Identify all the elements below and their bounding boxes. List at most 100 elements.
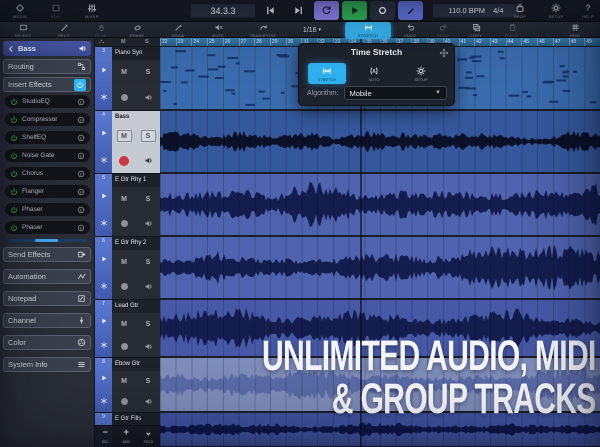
monitor-speaker-icon[interactable] bbox=[144, 219, 153, 228]
effect-slot[interactable]: ShelfEQe bbox=[5, 131, 90, 144]
freeze-icon[interactable] bbox=[100, 83, 108, 110]
insert-effects-row[interactable]: Insert Effects bbox=[3, 77, 91, 92]
record-arm-button[interactable] bbox=[121, 283, 128, 290]
help-button[interactable]: ?HELP bbox=[572, 1, 600, 21]
power-icon[interactable] bbox=[10, 170, 18, 178]
power-icon[interactable] bbox=[10, 134, 18, 142]
fold-tracks-button[interactable]: ⌄FOLD bbox=[144, 428, 154, 447]
stretch-mode-stretch[interactable]: STRETCH bbox=[308, 63, 346, 84]
record-arm-button[interactable] bbox=[121, 220, 128, 227]
freeze-icon[interactable] bbox=[100, 210, 108, 237]
media-button[interactable]: MEDIA bbox=[4, 1, 36, 21]
edit-effect-icon[interactable]: e bbox=[77, 224, 85, 232]
mute-button[interactable]: M bbox=[121, 196, 127, 203]
freeze-icon[interactable] bbox=[100, 273, 108, 300]
color-row[interactable]: Color bbox=[3, 335, 91, 350]
freeze-icon[interactable] bbox=[100, 147, 108, 174]
edit-effect-icon[interactable]: e bbox=[77, 134, 85, 142]
effect-slot[interactable]: Choruse bbox=[5, 167, 90, 180]
solo-button[interactable]: S bbox=[141, 130, 156, 142]
paste-tool-button[interactable]: PASTE bbox=[494, 22, 530, 38]
edit-effect-icon[interactable]: e bbox=[77, 188, 85, 196]
mute-button[interactable]: M bbox=[117, 130, 132, 142]
pen-button[interactable] bbox=[398, 1, 423, 20]
effect-slot[interactable]: StudioEQe bbox=[5, 95, 90, 108]
algorithm-dropdown[interactable]: Mobile ▼ bbox=[344, 86, 447, 100]
track-header-e-gtr-rhy-1[interactable]: 5E Gtr Rhy 1MS bbox=[95, 173, 160, 236]
stretch-mode-auto[interactable]: AAUTO bbox=[355, 63, 393, 84]
track-header-piano-syn[interactable]: 3Piano SynMS bbox=[95, 46, 160, 110]
next-button[interactable] bbox=[286, 1, 311, 20]
solo-button[interactable]: S bbox=[146, 69, 151, 76]
copy-tool-button[interactable]: COPY bbox=[460, 22, 492, 38]
effect-slot[interactable]: Phasere bbox=[5, 221, 90, 234]
effect-slot[interactable]: Phasere bbox=[5, 203, 90, 216]
quantize-value-button[interactable]: 1/16▾ bbox=[294, 22, 330, 38]
mute-button[interactable]: M bbox=[121, 69, 127, 76]
monitor-speaker-icon[interactable] bbox=[144, 93, 153, 102]
solo-button[interactable]: S bbox=[146, 259, 151, 266]
edit-effect-icon[interactable]: e bbox=[77, 116, 85, 124]
power-icon[interactable] bbox=[10, 116, 18, 124]
mute-button[interactable]: M bbox=[121, 321, 127, 328]
arm-triangle-icon[interactable] bbox=[100, 309, 108, 333]
power-icon[interactable] bbox=[10, 98, 18, 106]
track-visibility-icon[interactable] bbox=[98, 38, 105, 45]
audio-region-e-gtr-rhy-2[interactable] bbox=[160, 237, 600, 298]
arm-triangle-icon[interactable] bbox=[100, 56, 108, 83]
edit-effect-icon[interactable]: e bbox=[77, 170, 85, 178]
draw-tool-button[interactable]: DRAW bbox=[160, 22, 196, 38]
mute-button[interactable]: M bbox=[121, 259, 127, 266]
mute-tool-button[interactable]: MUTE bbox=[200, 22, 236, 38]
grid-tool-button[interactable]: GRID bbox=[556, 22, 594, 38]
inspector-track-header[interactable]: Bass bbox=[3, 41, 91, 56]
send-effects-row[interactable]: Send Effects bbox=[3, 247, 91, 262]
erase-tool-button[interactable]: ERASE bbox=[118, 22, 156, 38]
audio-region-e-gtr-rhy-1[interactable] bbox=[160, 174, 600, 235]
power-icon[interactable] bbox=[10, 152, 18, 160]
mixer-button[interactable]: MIXER bbox=[76, 1, 108, 21]
transpose-tool-button[interactable]: TRANSPOSE bbox=[238, 22, 288, 38]
setup-button[interactable]: SETUP bbox=[540, 1, 572, 21]
track-header-e-gtr-rhy-2[interactable]: 6E Gtr Rhy 2MS bbox=[95, 236, 160, 299]
shop-button[interactable]: SHOP bbox=[504, 1, 536, 21]
solo-button[interactable]: S bbox=[146, 196, 151, 203]
cycle-button[interactable] bbox=[314, 1, 339, 20]
delete-track-button[interactable]: −DEL bbox=[102, 428, 109, 447]
record-arm-button[interactable] bbox=[119, 156, 129, 166]
audio-region-bass[interactable] bbox=[160, 111, 600, 172]
automation-row[interactable]: Automation bbox=[3, 269, 91, 284]
power-icon[interactable] bbox=[10, 224, 18, 232]
split-tool-button[interactable]: SPLIT bbox=[46, 22, 82, 38]
effect-slot[interactable]: Compressore bbox=[5, 113, 90, 126]
notepad-row[interactable]: Notepad bbox=[3, 291, 91, 306]
play-button[interactable] bbox=[342, 1, 367, 20]
monitor-speaker-icon[interactable] bbox=[144, 156, 153, 165]
channel-row[interactable]: Channel bbox=[3, 313, 91, 328]
arm-triangle-icon[interactable] bbox=[100, 246, 108, 273]
freeze-icon[interactable] bbox=[100, 390, 108, 413]
record-arm-button[interactable] bbox=[121, 94, 128, 101]
solo-button[interactable]: S bbox=[146, 321, 151, 328]
glue-tool-button[interactable]: GLUE bbox=[86, 22, 116, 38]
select-tool-button[interactable]: SELECT bbox=[4, 22, 42, 38]
arm-triangle-icon[interactable] bbox=[100, 367, 108, 390]
effect-slot[interactable]: Noise Gatee bbox=[5, 149, 90, 162]
add-track-button[interactable]: +ADD bbox=[122, 428, 130, 447]
power-icon[interactable] bbox=[10, 188, 18, 196]
arm-triangle-icon[interactable] bbox=[100, 183, 108, 210]
system-info-row[interactable]: System Info bbox=[3, 357, 91, 372]
edit-button[interactable]: EDIT bbox=[40, 1, 72, 21]
edit-effect-icon[interactable]: e bbox=[77, 206, 85, 214]
undo-tool-button[interactable]: UNDO bbox=[394, 22, 426, 38]
popup-move-handle-icon[interactable] bbox=[439, 48, 449, 58]
stretch-mode-setup[interactable]: SETUP bbox=[402, 63, 440, 84]
effects-scrollbar[interactable] bbox=[8, 239, 86, 242]
track-header-bass[interactable]: 4BassMS bbox=[95, 110, 160, 173]
monitor-speaker-icon[interactable] bbox=[144, 282, 153, 291]
routing-row[interactable]: Routing bbox=[3, 59, 91, 74]
edit-effect-icon[interactable]: e bbox=[77, 98, 85, 106]
freeze-icon[interactable] bbox=[100, 333, 108, 357]
arm-triangle-icon[interactable] bbox=[100, 120, 108, 147]
power-icon[interactable] bbox=[10, 206, 18, 214]
